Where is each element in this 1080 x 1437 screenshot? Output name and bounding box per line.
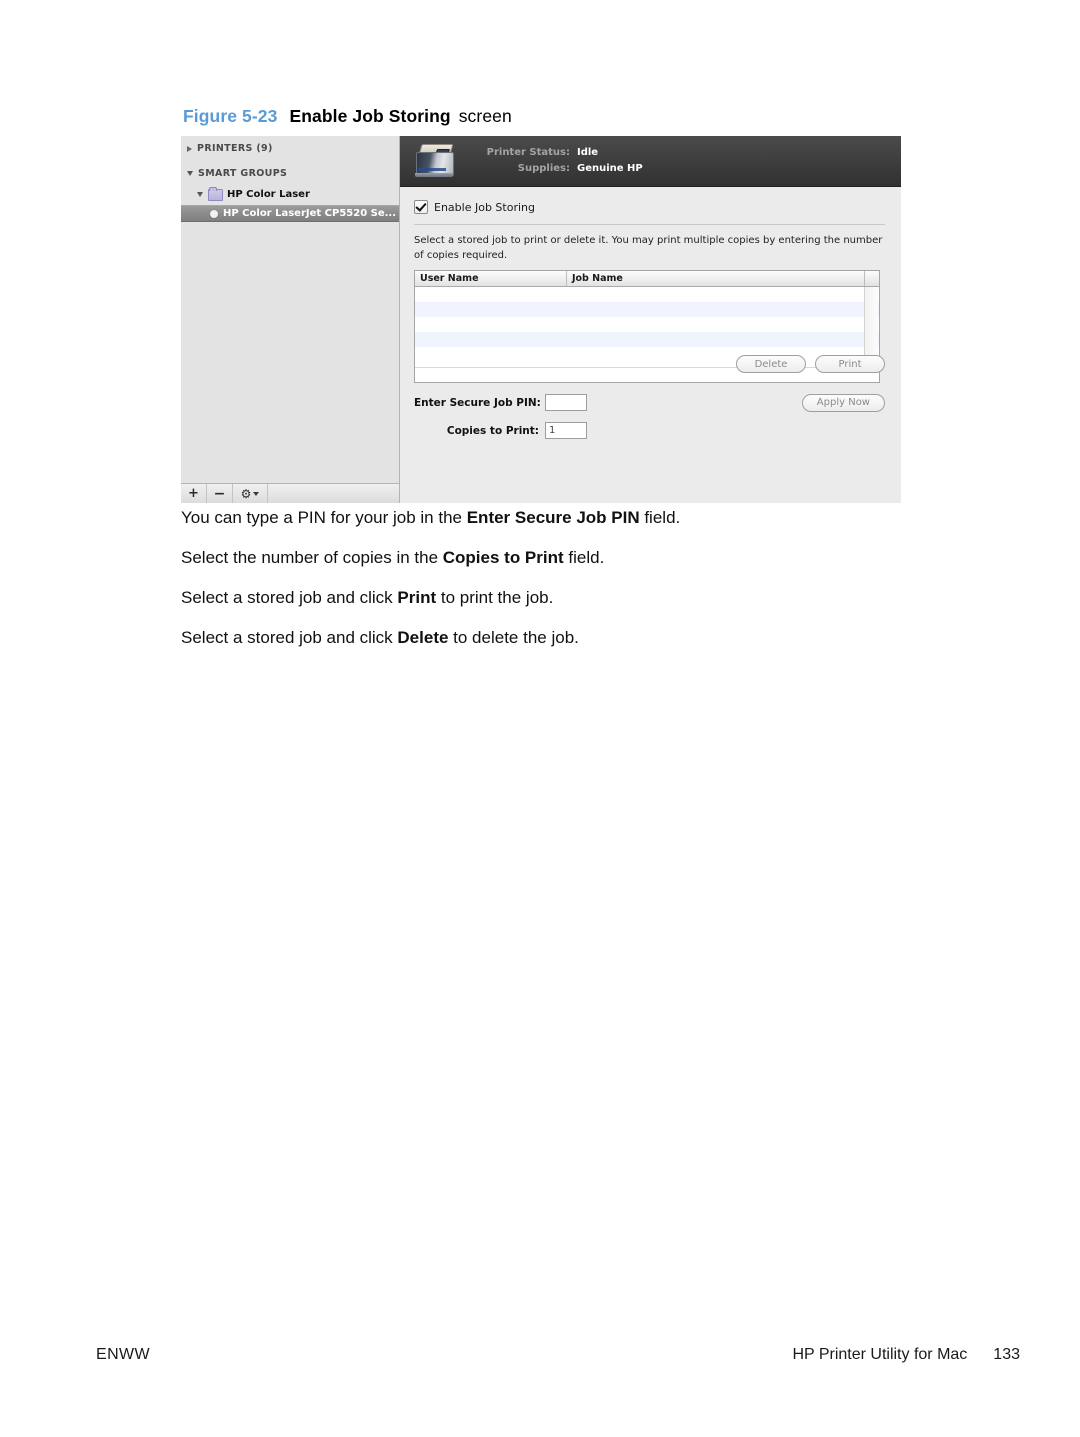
gear-icon: ⚙ [240, 486, 252, 501]
copies-to-print-label: Copies to Print: [446, 424, 539, 437]
supplies-value: Genuine HP [577, 163, 643, 174]
apply-button-row: Apply Now [801, 390, 885, 412]
settings-menu-button[interactable]: ⚙ [233, 484, 268, 503]
action-button-row: Delete Print [736, 355, 885, 373]
paragraph-3: Select a stored job and click Print to p… [181, 588, 553, 608]
chevron-down-icon[interactable] [197, 192, 203, 197]
printer-status-row: Printer Status: Idle [474, 148, 643, 158]
add-printer-button[interactable]: + [181, 484, 207, 503]
job-storing-panel: Enable Job Storing Select a stored job t… [400, 187, 901, 503]
figure-title: Enable Job Storing [289, 106, 451, 126]
figure-title-suffix: screen [458, 106, 512, 126]
paragraph-3-post: to print the job. [436, 588, 554, 607]
table-row[interactable] [415, 302, 879, 317]
sidebar-group-printers-label: PRINTERS (9) [197, 143, 273, 154]
printer-sidebar: PRINTERS (9) SMART GROUPS HP Color Laser… [181, 136, 400, 503]
toolbar-filler [268, 484, 399, 503]
printer-photo-icon [414, 143, 458, 179]
secure-pin-label: Enter Secure Job PIN: [414, 396, 541, 409]
enable-job-storing-row[interactable]: Enable Job Storing [414, 200, 885, 214]
copies-row: Copies to Print: [414, 421, 885, 440]
figure-label: Figure [183, 106, 238, 126]
chevron-right-icon[interactable] [187, 145, 192, 152]
sidebar-folder-label: HP Color Laser [227, 189, 310, 200]
paragraph-2-pre: Select the number of copies in the [181, 548, 443, 567]
sidebar-group-printers[interactable]: PRINTERS (9) [181, 140, 399, 157]
remove-printer-button[interactable]: − [207, 484, 233, 503]
paragraph-4: Select a stored job and click Delete to … [181, 628, 579, 648]
copies-to-print-input[interactable] [545, 422, 587, 439]
paragraph-4-bold: Delete [397, 628, 449, 647]
column-header-user-name[interactable]: User Name [415, 271, 567, 286]
sidebar-item-selected-printer[interactable]: HP Color LaserJet CP5520 Se... [181, 205, 399, 222]
paragraph-4-post: to delete the job. [448, 628, 579, 647]
divider [414, 224, 885, 225]
paragraph-3-pre: Select a stored job and click [181, 588, 398, 607]
footer-left: ENWW [96, 1346, 151, 1363]
enable-job-storing-label: Enable Job Storing [434, 200, 535, 214]
screenshot-figure: PRINTERS (9) SMART GROUPS HP Color Laser… [181, 136, 901, 503]
table-row[interactable] [415, 332, 879, 347]
page-number: 133 [993, 1346, 1020, 1363]
folder-icon [208, 186, 223, 201]
sidebar-list: PRINTERS (9) SMART GROUPS HP Color Laser… [181, 136, 399, 222]
paragraph-2: Select the number of copies in the Copie… [181, 548, 604, 568]
sidebar-selected-label: HP Color LaserJet CP5520 Se... [223, 208, 397, 219]
printer-status-label: Printer Status: [486, 147, 570, 158]
sidebar-item-hp-color-laser[interactable]: HP Color Laser [181, 186, 399, 203]
paragraph-4-pre: Select a stored job and click [181, 628, 398, 647]
figure-number: 5-23 [242, 106, 278, 126]
printer-status-value: Idle [577, 147, 599, 158]
footer-document-title: HP Printer Utility for Mac [792, 1346, 968, 1363]
paragraph-3-bold: Print [397, 588, 437, 607]
paragraph-2-post: field. [563, 548, 605, 567]
paragraph-2-bold: Copies to Print [442, 548, 564, 567]
printer-status-bar: Printer Status: Idle Supplies: Genuine HP [400, 136, 901, 187]
apply-now-button[interactable]: Apply Now [801, 393, 885, 412]
paragraph-1-bold: Enter Secure Job PIN [466, 508, 640, 527]
table-row[interactable] [415, 317, 879, 332]
supplies-row: Supplies: Genuine HP [474, 164, 643, 174]
chevron-down-icon [253, 491, 260, 496]
figure-caption: Figure 5-23 Enable Job Storing screen [183, 106, 512, 127]
secure-pin-input[interactable] [545, 394, 587, 411]
column-header-job-name[interactable]: Job Name [567, 271, 865, 286]
paragraph-1-post: field. [639, 508, 681, 527]
table-body [415, 287, 879, 362]
status-lines: Printer Status: Idle Supplies: Genuine HP [474, 148, 643, 174]
chevron-down-icon[interactable] [187, 171, 193, 176]
panel-description: Select a stored job to print or delete i… [414, 235, 883, 261]
supplies-label: Supplies: [517, 163, 570, 174]
column-header-spacer [865, 271, 879, 286]
printer-status-dot-icon [210, 209, 218, 218]
sidebar-toolbar: + − ⚙ [181, 483, 399, 503]
sidebar-group-smart-groups[interactable]: SMART GROUPS [181, 165, 399, 182]
footer-right: HP Printer Utility for Mac 133 [792, 1346, 1020, 1364]
table-header-row: User Name Job Name [415, 271, 879, 287]
table-row[interactable] [415, 287, 879, 302]
sidebar-group-smart-groups-label: SMART GROUPS [198, 168, 288, 179]
enable-job-storing-checkbox[interactable] [414, 200, 428, 214]
paragraph-1: You can type a PIN for your job in the E… [181, 508, 680, 528]
main-pane: Printer Status: Idle Supplies: Genuine HP … [400, 136, 901, 503]
delete-button[interactable]: Delete [736, 355, 806, 373]
paragraph-1-pre: You can type a PIN for your job in the [181, 508, 467, 527]
print-button[interactable]: Print [815, 355, 885, 373]
